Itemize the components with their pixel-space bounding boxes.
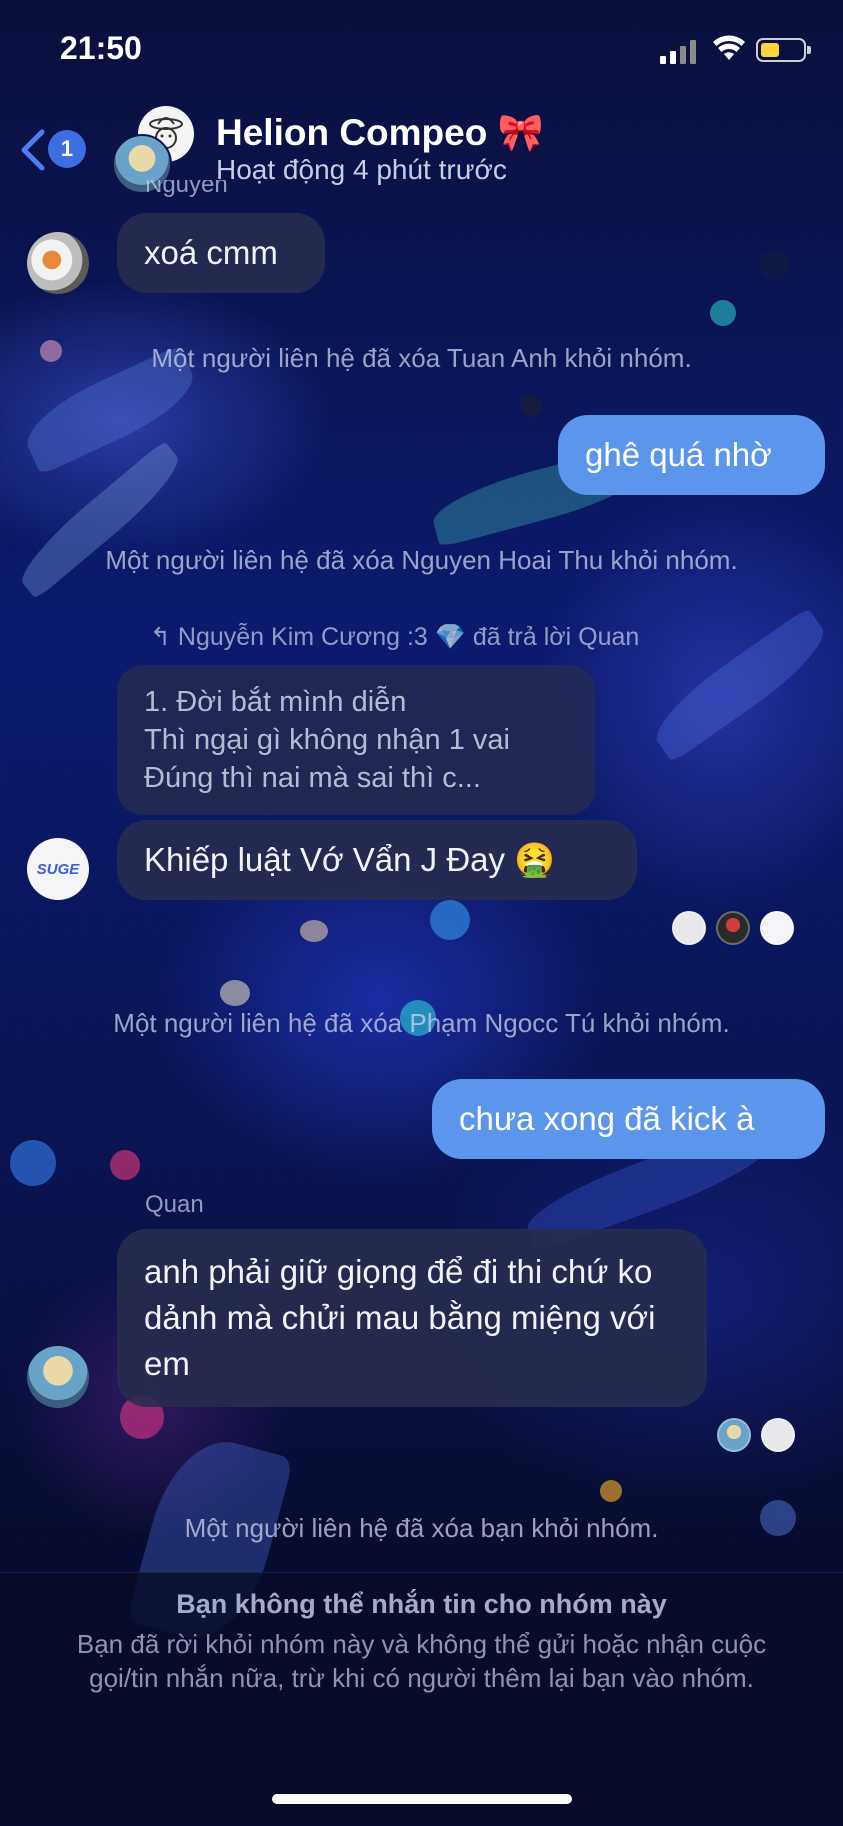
chevron-left-icon <box>21 129 45 171</box>
message-bubble-outgoing[interactable]: chưa xong đã kick à <box>432 1079 825 1159</box>
quote-line: 1. Đời bắt mình diễn <box>144 686 407 718</box>
system-notice: Một người liên hệ đã xóa Tuan Anh khỏi n… <box>151 343 692 373</box>
cellular-signal-icon <box>660 38 700 64</box>
status-bar: 21:50 <box>0 0 843 100</box>
reply-note: ↰ Nguyễn Kim Cương :3 💎 đã trả lời Quan <box>150 622 639 652</box>
message-bubble-incoming[interactable]: xoá cmm <box>117 213 325 293</box>
avatar[interactable]: SUGE <box>27 838 89 900</box>
sender-name: Quan <box>145 1191 204 1218</box>
message-bubble-outgoing[interactable]: ghê quá nhờ <box>558 415 825 495</box>
avatar-label: SUGE <box>36 860 80 878</box>
home-indicator[interactable] <box>272 1794 572 1804</box>
message-bubble-incoming[interactable]: anh phải giữ giọng để đi thi chứ ko dảnh… <box>117 1229 707 1407</box>
message-text: xoá cmm <box>144 234 278 271</box>
reply-note-text: Nguyễn Kim Cương :3 💎 đã trả lời Quan <box>177 623 640 651</box>
reply-arrow-icon: ↰ <box>150 623 178 651</box>
quoted-message[interactable]: 1. Đời bắt mình diễn Thì ngại gì không n… <box>117 665 595 815</box>
system-notice: Một người liên hệ đã xóa Nguyen Hoai Thu… <box>105 545 738 575</box>
message-text: Khiếp luật Vớ Vẩn J Đay 🤮 <box>144 841 556 878</box>
cannot-message-banner: Bạn không thể nhắn tin cho nhóm này Bạn … <box>0 1572 843 1826</box>
active-status: Hoạt động 4 phút trước <box>216 154 507 185</box>
message-bubble-incoming[interactable]: Khiếp luật Vớ Vẩn J Đay 🤮 <box>117 820 637 900</box>
seen-avatar <box>672 911 706 945</box>
avatar[interactable] <box>27 232 89 294</box>
seen-avatar <box>760 911 794 945</box>
quote-line: Thì ngại gì không nhận 1 vai <box>144 724 510 756</box>
message-text: ghê quá nhờ <box>585 436 772 473</box>
status-time: 21:50 <box>60 30 142 66</box>
seen-avatar <box>761 1418 795 1452</box>
system-notice: Một người liên hệ đã xóa Phạm Ngocc Tú k… <box>113 1008 730 1038</box>
seen-avatar <box>716 911 750 945</box>
banner-body: Bạn đã rời khỏi nhóm này và không thể gử… <box>76 1629 767 1693</box>
back-button[interactable]: 1 <box>18 128 86 172</box>
seen-avatar <box>717 1418 751 1452</box>
avatar[interactable] <box>27 1346 89 1408</box>
wifi-icon <box>713 35 745 60</box>
battery-icon <box>756 38 811 62</box>
sender-name: Nguyen <box>145 180 228 198</box>
message-text: anh phải giữ giọng để đi thi chứ ko dảnh… <box>144 1253 656 1382</box>
banner-title: Bạn không thể nhắn tin cho nhóm này <box>176 1589 667 1619</box>
message-text: chưa xong đã kick à <box>459 1100 755 1137</box>
quote-line: Đúng thì nai mà sai thì c... <box>144 762 481 794</box>
chat-title[interactable]: Helion Compeo 🎀 <box>216 112 544 155</box>
unread-badge: 1 <box>48 130 86 168</box>
system-notice: Một người liên hệ đã xóa bạn khỏi nhóm. <box>184 1513 659 1543</box>
chat-header: 1 Helion Compeo 🎀 Hoạt động 4 phút trước <box>0 100 843 200</box>
